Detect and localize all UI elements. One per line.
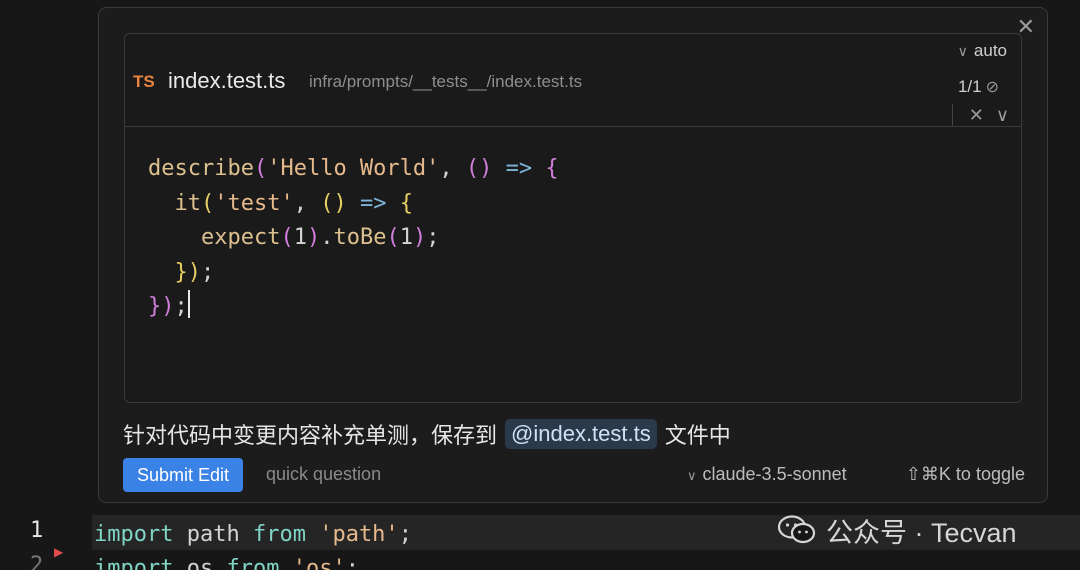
mode-select[interactable]: ∨ auto: [958, 41, 1007, 61]
wechat-icon: [778, 515, 816, 544]
model-label: claude-3.5-sonnet: [702, 464, 847, 484]
file-mention[interactable]: @index.test.ts: [505, 419, 657, 449]
editor-code[interactable]: import path from 'path'; import os from …: [94, 518, 412, 570]
inline-edit-panel: ✕ TS index.test.ts infra/prompts/__tests…: [98, 7, 1048, 503]
toggle-shortcut-hint: ⇧⌘K to toggle: [905, 464, 1025, 484]
count-label: 1/1: [957, 77, 982, 96]
prompt-input[interactable]: 针对代码中变更内容补充单测，保存到 @index.test.ts 文件中: [123, 418, 731, 450]
header-actions: ✕ ∨: [951, 104, 1015, 126]
chevron-down-icon: ∨: [957, 43, 968, 59]
watermark-text: 公众号 · Tecvan: [826, 517, 1017, 548]
line-number: 2: [30, 553, 44, 570]
file-preview: TS index.test.ts infra/prompts/__tests__…: [124, 33, 1022, 403]
watermark: 公众号 · Tecvan: [778, 512, 1017, 548]
model-select[interactable]: ∨ claude-3.5-sonnet: [687, 464, 847, 485]
reject-icon[interactable]: ✕: [969, 105, 984, 126]
text-cursor: [187, 290, 190, 318]
change-count: 1/1 ⊘: [958, 77, 999, 97]
breakpoint-arrow-icon[interactable]: ▶: [54, 545, 63, 559]
prompt-text-suffix: 文件中: [664, 423, 731, 448]
typescript-icon: TS: [133, 72, 155, 91]
file-path: infra/prompts/__tests__/index.test.ts: [309, 72, 583, 91]
submit-edit-button[interactable]: Submit Edit: [123, 458, 243, 492]
code-preview[interactable]: describe('Hello World', () => { it('test…: [148, 152, 559, 325]
file-name: index.test.ts: [168, 68, 286, 93]
line-number: 1: [30, 518, 44, 543]
file-header: TS index.test.ts infra/prompts/__tests__…: [125, 34, 1021, 127]
collapse-chevron-icon[interactable]: ∨: [996, 105, 1009, 126]
check-circle-icon: ⊘: [985, 79, 999, 96]
chevron-down-icon: ∨: [687, 468, 697, 483]
quick-question-button[interactable]: quick question: [266, 464, 381, 485]
line-gutter: 1 ▶ 2: [0, 515, 92, 570]
mode-label: auto: [973, 41, 1007, 60]
prompt-text: 针对代码中变更内容补充单测，保存到: [123, 423, 498, 448]
